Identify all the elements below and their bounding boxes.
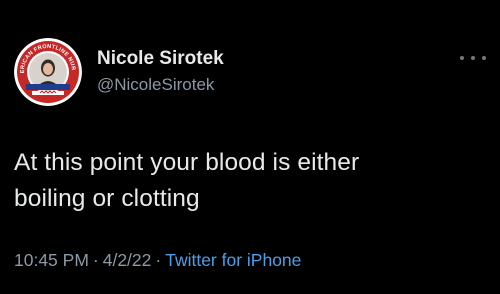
more-options-icon[interactable] [460, 50, 486, 66]
user-handle[interactable]: @NicoleSirotek [97, 75, 214, 95]
tweet-text: At this point your blood is either boili… [14, 149, 360, 212]
meta-separator: · [92, 250, 99, 270]
tweet-date[interactable]: 4/2/22 [103, 250, 152, 270]
display-name[interactable]: Nicole Sirotek [97, 48, 224, 70]
tweet-source-link[interactable]: Twitter for iPhone [165, 250, 301, 270]
more-dot [482, 56, 486, 60]
more-dot [460, 56, 464, 60]
meta-separator: · [155, 250, 162, 270]
avatar[interactable]: AMERICAN FRONTLINE NURSES [14, 38, 82, 106]
tweet-card: AMERICAN FRONTLINE NURSES Nicole Sirotek… [0, 0, 500, 294]
more-dot [471, 56, 475, 60]
avatar-badge-graphic [14, 38, 82, 106]
tweet-metadata: 10:45 PM · 4/2/22 · Twitter for iPhone [14, 250, 301, 271]
tweet-time[interactable]: 10:45 PM [14, 250, 89, 270]
